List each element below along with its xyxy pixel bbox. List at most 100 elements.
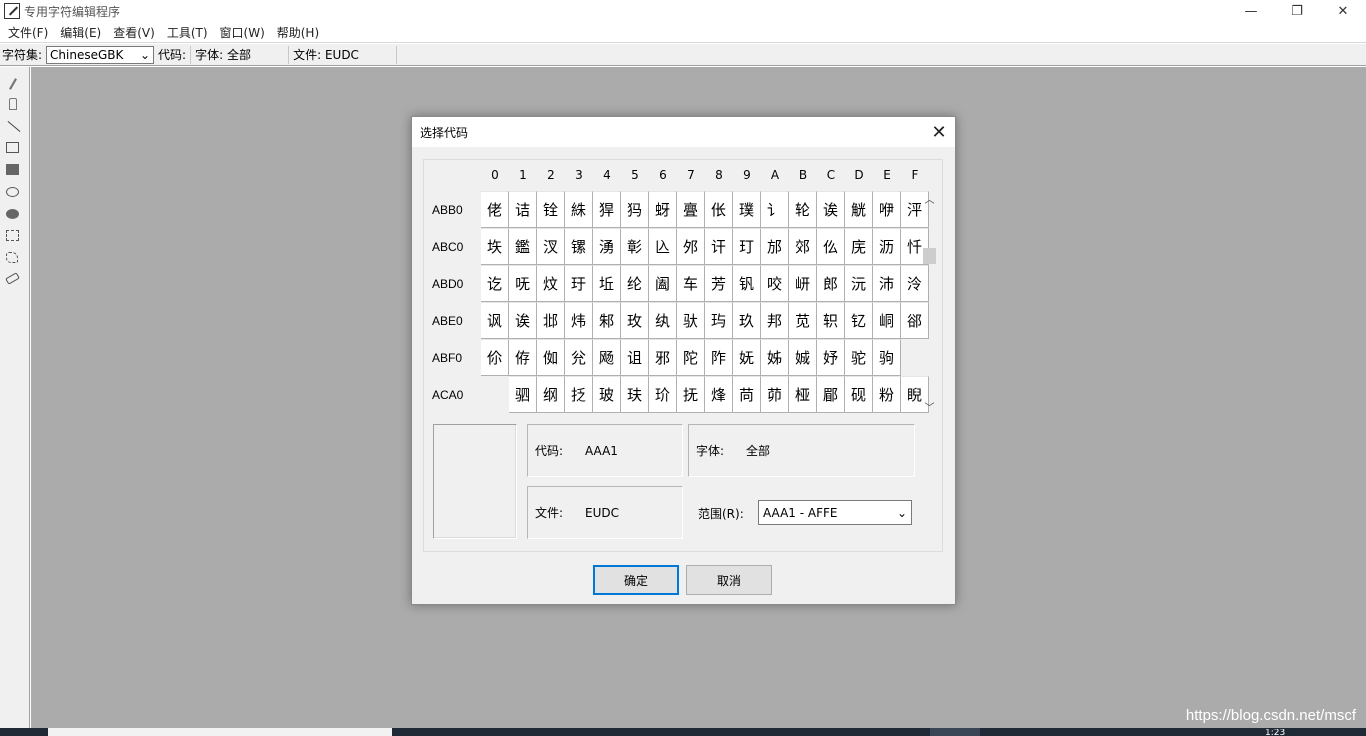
char-cell[interactable]: 陀 (677, 339, 705, 376)
rectangle-icon[interactable] (6, 142, 19, 153)
char-cell[interactable]: 汊 (537, 228, 565, 265)
char-cell[interactable]: 伥 (705, 191, 733, 228)
char-cell[interactable]: 诶 (817, 191, 845, 228)
char-cell[interactable]: 侟 (509, 339, 537, 376)
char-cell[interactable]: 飏 (593, 339, 621, 376)
char-cell[interactable]: 兦 (649, 228, 677, 265)
taskbar-search[interactable] (48, 728, 392, 736)
menu-tools[interactable]: 工具(T) (161, 24, 214, 41)
char-cell[interactable]: 郿 (817, 376, 845, 413)
char-cell[interactable]: 郊 (789, 228, 817, 265)
char-cell[interactable]: 桠 (789, 376, 817, 413)
filled-rectangle-icon[interactable] (6, 164, 19, 175)
char-cell[interactable]: 纶 (621, 265, 649, 302)
char-cell[interactable]: 猂 (593, 191, 621, 228)
char-cell[interactable]: 玎 (733, 228, 761, 265)
char-cell[interactable]: 觥 (845, 191, 873, 228)
char-cell[interactable]: 邶 (537, 302, 565, 339)
line-icon[interactable] (7, 120, 21, 133)
brush-icon[interactable] (9, 98, 17, 110)
char-cell[interactable]: 诘 (509, 191, 537, 228)
char-cell[interactable]: 咬 (761, 265, 789, 302)
cancel-button[interactable]: 取消 (686, 565, 772, 595)
char-cell[interactable]: 诶 (509, 302, 537, 339)
char-cell[interactable]: 阼 (705, 339, 733, 376)
char-cell[interactable]: 妤 (817, 339, 845, 376)
char-cell[interactable]: 坵 (593, 265, 621, 302)
restore-button[interactable]: ❐ (1274, 0, 1320, 22)
char-cell[interactable]: 茆 (761, 376, 789, 413)
char-cell[interactable]: 湧 (593, 228, 621, 265)
char-cell[interactable]: 烽 (705, 376, 733, 413)
char-cell[interactable]: 砚 (845, 376, 873, 413)
char-cell[interactable]: 讫 (481, 265, 509, 302)
close-button[interactable]: ✕ (1320, 0, 1366, 22)
rect-select-icon[interactable] (6, 230, 19, 241)
char-cell[interactable]: 邦 (761, 302, 789, 339)
eraser-icon[interactable] (5, 272, 20, 285)
char-cell[interactable]: 阖 (649, 265, 677, 302)
char-cell[interactable]: 驼 (845, 339, 873, 376)
char-cell[interactable]: 纲 (537, 376, 565, 413)
menu-help[interactable]: 帮助(H) (271, 24, 325, 41)
char-cell[interactable]: 轵 (817, 302, 845, 339)
char-cell[interactable]: 娍 (789, 339, 817, 376)
char-cell[interactable]: 车 (677, 265, 705, 302)
char-cell[interactable]: 抚 (677, 376, 705, 413)
range-select[interactable]: AAA1 - AFFE ⌄ (758, 500, 912, 525)
char-cell[interactable]: 庑 (845, 228, 873, 265)
char-cell[interactable]: 呒 (509, 265, 537, 302)
char-cell[interactable]: 抸 (565, 376, 593, 413)
menu-edit[interactable]: 编辑(E) (54, 24, 107, 41)
char-cell[interactable]: 兊 (565, 339, 593, 376)
char-cell[interactable]: 絑 (565, 191, 593, 228)
char-cell[interactable]: 亹 (677, 191, 705, 228)
char-cell[interactable]: 仫 (817, 228, 845, 265)
char-cell[interactable]: 沛 (873, 265, 901, 302)
char-cell[interactable]: 邜 (677, 228, 705, 265)
char-cell[interactable]: 炜 (565, 302, 593, 339)
char-cell[interactable]: 驮 (677, 302, 705, 339)
char-cell[interactable]: 镙 (565, 228, 593, 265)
charset-select[interactable]: ChineseGBK ⌄ (46, 45, 155, 64)
char-cell[interactable]: 沥 (873, 228, 901, 265)
char-cell[interactable]: 伱 (481, 339, 509, 376)
char-cell[interactable]: 峒 (873, 302, 901, 339)
char-cell[interactable]: 钇 (845, 302, 873, 339)
char-cell[interactable]: 芳 (705, 265, 733, 302)
char-cell[interactable]: 犸 (621, 191, 649, 228)
char-cell[interactable]: 诅 (621, 339, 649, 376)
grid-scrollbar[interactable]: ︿ ﹀ (921, 188, 938, 414)
menu-file[interactable]: 文件(F) (2, 24, 54, 41)
scroll-down-icon[interactable]: ﹀ (921, 398, 938, 414)
menu-view[interactable]: 查看(V) (107, 24, 161, 41)
scroll-up-icon[interactable]: ︿ (921, 190, 938, 206)
pencil-icon[interactable] (9, 78, 17, 90)
char-cell[interactable]: 姊 (761, 339, 789, 376)
char-cell[interactable]: 妩 (733, 339, 761, 376)
char-cell[interactable]: 玻 (593, 376, 621, 413)
dialog-close-button[interactable]: ✕ (927, 120, 951, 144)
char-cell[interactable]: 沅 (845, 265, 873, 302)
ok-button[interactable]: 确定 (593, 565, 679, 595)
char-cell[interactable]: 驷 (509, 376, 537, 413)
taskbar-active-item[interactable] (930, 728, 980, 736)
char-cell[interactable]: 蚜 (649, 191, 677, 228)
char-cell[interactable]: 垁 (481, 228, 509, 265)
minimize-button[interactable]: — (1228, 0, 1274, 22)
char-cell[interactable]: 邡 (761, 228, 789, 265)
freeform-select-icon[interactable] (6, 252, 18, 263)
char-cell[interactable]: 玠 (649, 376, 677, 413)
char-cell[interactable]: 佬 (481, 191, 509, 228)
filled-ellipse-icon[interactable] (6, 209, 19, 219)
menu-window[interactable]: 窗口(W) (214, 24, 271, 41)
char-cell[interactable]: 郎 (817, 265, 845, 302)
char-cell[interactable]: 玫 (621, 302, 649, 339)
char-cell[interactable]: 玞 (621, 376, 649, 413)
char-cell[interactable]: 轮 (789, 191, 817, 228)
char-cell[interactable]: 讠 (761, 191, 789, 228)
char-cell[interactable]: 邪 (649, 339, 677, 376)
char-cell[interactable]: 彰 (621, 228, 649, 265)
char-cell[interactable]: 纨 (649, 302, 677, 339)
char-cell[interactable]: 钒 (733, 265, 761, 302)
